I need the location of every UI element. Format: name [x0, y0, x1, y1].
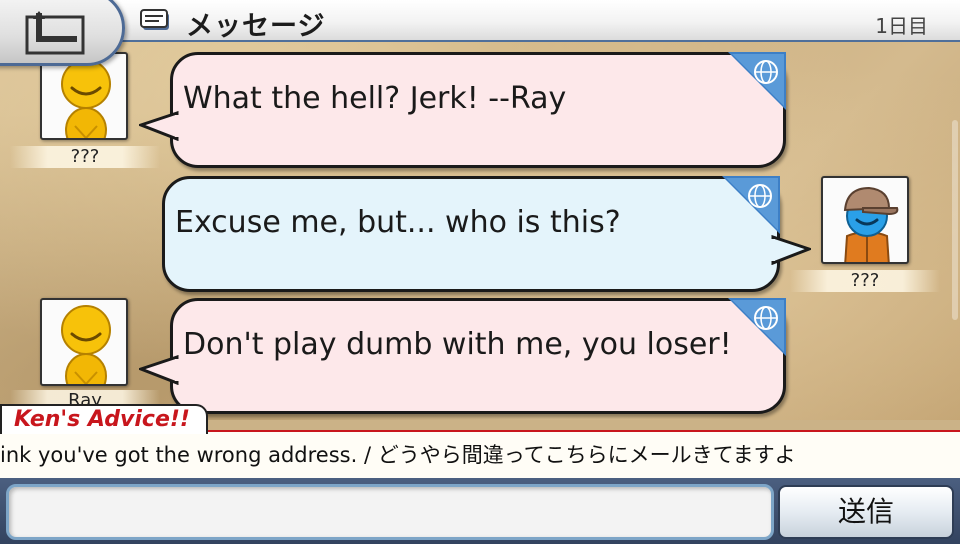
bubble-tail [139, 355, 179, 385]
yellow-smiley-icon [61, 305, 111, 384]
globe-icon [728, 52, 786, 110]
sender-avatar [40, 298, 128, 386]
message-bubble[interactable]: What the hell? Jerk! --Ray [139, 52, 786, 168]
send-button[interactable]: 送信 [778, 485, 954, 539]
scrollbar[interactable] [952, 120, 958, 320]
message-input[interactable] [6, 484, 774, 540]
bubble-tail [771, 235, 811, 265]
yellow-smiley-icon [61, 59, 111, 138]
bubble-tail [139, 111, 179, 141]
message-text: Excuse me, but... who is this? [175, 205, 621, 240]
chat-area[interactable]: ??? What the hell? Jerk! --Ray Excuse me… [0, 0, 960, 420]
advice-text: ink you've got the wrong address. / どうやら… [0, 430, 960, 478]
mail-icon [140, 9, 169, 30]
globe-icon [728, 298, 786, 356]
message-bubble[interactable]: Excuse me, but... who is this? [162, 176, 811, 292]
globe-icon [722, 176, 780, 234]
day-counter: 1日目 [875, 14, 928, 38]
back-arrow-icon [25, 11, 85, 55]
sender-avatar [821, 176, 909, 264]
blue-cap-icon [843, 186, 899, 262]
input-area: 送信 [0, 478, 960, 544]
page-title: メッセージ [186, 11, 326, 42]
message-bubble[interactable]: Don't play dumb with me, you loser! [139, 298, 786, 414]
back-button[interactable] [0, 0, 125, 66]
message-text: What the hell? Jerk! --Ray [183, 81, 567, 116]
message-text: Don't play dumb with me, you loser! [183, 327, 732, 362]
advice-title: Ken's Advice!! [0, 404, 208, 434]
sender-name: ??? [790, 270, 940, 292]
header-bar: メッセージ 1日目 [0, 0, 960, 42]
sender-name: ??? [10, 146, 160, 168]
